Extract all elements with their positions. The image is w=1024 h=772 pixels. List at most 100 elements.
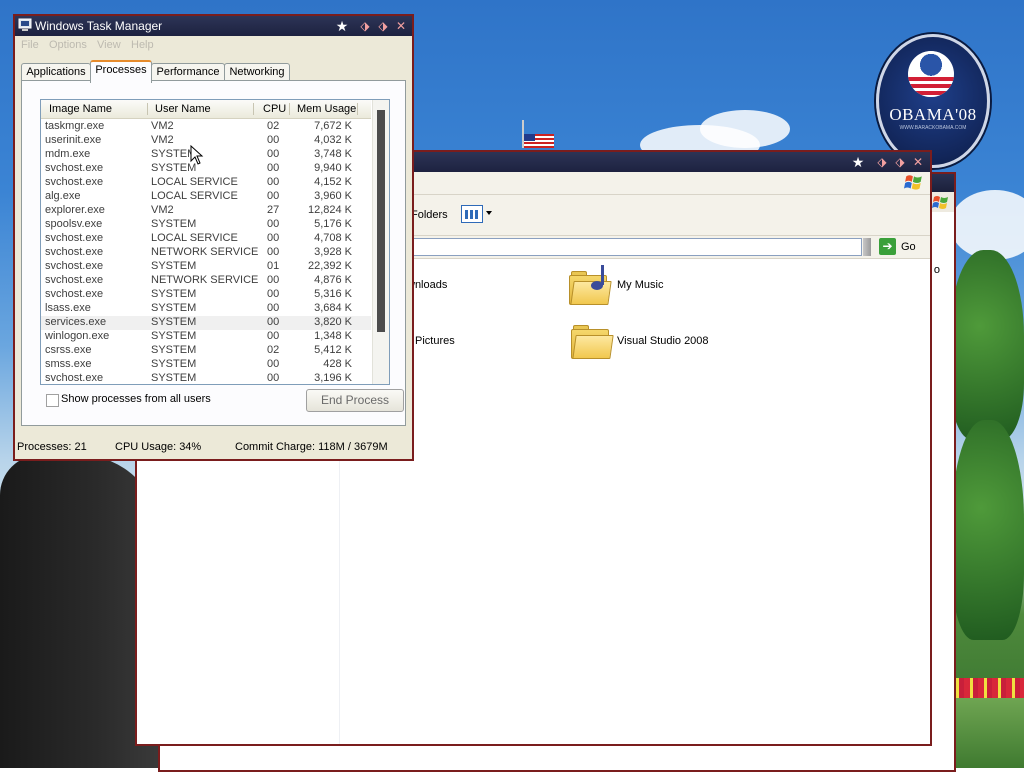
cell-name: svchost.exe [45, 176, 104, 188]
cell-mem: 428 K [323, 358, 352, 370]
chevron-down-icon [486, 211, 492, 215]
menu-bar: File Options View Help [15, 36, 412, 54]
column-image-name[interactable]: Image Name [49, 103, 112, 115]
cell-name: alg.exe [45, 190, 81, 202]
cell-cpu: 00 [267, 274, 280, 286]
minimize-button[interactable]: ⬗ [358, 19, 372, 33]
views-icon [461, 205, 483, 223]
cell-user: SYSTEM [151, 260, 197, 272]
pin-icon[interactable]: ★ [851, 155, 865, 169]
go-arrow-icon: ➔ [879, 238, 896, 255]
cell-name: svchost.exe [45, 232, 104, 244]
cell-mem: 22,392 K [307, 260, 352, 272]
address-dropdown[interactable] [863, 238, 871, 256]
cell-cpu: 00 [267, 162, 280, 174]
cell-user: LOCAL SERVICE [151, 190, 238, 202]
cell-cpu: 00 [267, 190, 280, 202]
folder-item-visual-studio[interactable]: Visual Studio 2008 [567, 315, 727, 365]
cell-mem: 3,196 K [314, 372, 352, 384]
table-row[interactable]: winlogon.exe SYSTEM 00 1,348 K [41, 330, 371, 344]
table-row[interactable]: taskmgr.exe VM2 02 7,672 K [41, 120, 371, 134]
cell-name: explorer.exe [45, 204, 105, 216]
close-button[interactable]: ✕ [394, 19, 408, 33]
status-cpu: CPU Usage: 34% [115, 441, 202, 453]
status-commit: Commit Charge: 118M / 3679M [235, 441, 388, 453]
table-row[interactable]: smss.exe SYSTEM 00 428 K [41, 358, 371, 372]
cell-user: SYSTEM [151, 316, 197, 328]
cell-name: lsass.exe [45, 302, 91, 314]
table-row[interactable]: svchost.exe NETWORK SERVICE 00 4,876 K [41, 274, 371, 288]
show-all-users-checkbox[interactable] [46, 394, 59, 407]
table-row[interactable]: svchost.exe SYSTEM 00 3,196 K [41, 372, 371, 384]
table-row[interactable]: csrss.exe SYSTEM 02 5,412 K [41, 344, 371, 358]
maximize-button[interactable]: ⬗ [893, 155, 907, 169]
title-bar[interactable]: Windows Task Manager ★ ⬗ ⬗ ✕ [15, 16, 412, 36]
scrollbar-thumb[interactable] [377, 110, 385, 332]
column-cpu[interactable]: CPU [263, 103, 286, 115]
table-row[interactable]: svchost.exe LOCAL SERVICE 00 4,152 K [41, 176, 371, 190]
table-row[interactable]: services.exe SYSTEM 00 3,820 K [41, 316, 371, 330]
maximize-button[interactable]: ⬗ [376, 19, 390, 33]
table-row[interactable]: alg.exe LOCAL SERVICE 00 3,960 K [41, 190, 371, 204]
table-row[interactable]: lsass.exe SYSTEM 00 3,684 K [41, 302, 371, 316]
list-header: Image Name User Name CPU Mem Usage [41, 100, 371, 119]
table-row[interactable]: explorer.exe VM2 27 12,824 K [41, 204, 371, 218]
folder-label: My Music [617, 279, 664, 291]
table-row[interactable]: svchost.exe SYSTEM 01 22,392 K [41, 260, 371, 274]
folder-item-my-music[interactable]: My Music [567, 259, 707, 309]
menu-view[interactable]: View [97, 39, 121, 51]
cell-mem: 9,940 K [314, 162, 352, 174]
cell-name: spoolsv.exe [45, 218, 103, 230]
tab-performance[interactable]: Performance [151, 63, 225, 81]
cell-user: SYSTEM [151, 344, 197, 356]
tab-strip: Applications Processes Performance Netwo… [21, 60, 406, 83]
table-row[interactable]: svchost.exe SYSTEM 00 9,940 K [41, 162, 371, 176]
menu-file[interactable]: File [21, 39, 39, 51]
cell-mem: 5,316 K [314, 288, 352, 300]
minimize-button[interactable]: ⬗ [875, 155, 889, 169]
menu-options[interactable]: Options [49, 39, 87, 51]
cell-user: VM2 [151, 120, 174, 132]
tab-processes[interactable]: Processes [90, 60, 152, 83]
pin-icon[interactable]: ★ [335, 19, 349, 33]
folders-button[interactable]: Folders [411, 209, 448, 221]
table-row[interactable]: spoolsv.exe SYSTEM 00 5,176 K [41, 218, 371, 232]
cell-cpu: 00 [267, 302, 280, 314]
status-bar: Processes: 21 CPU Usage: 34% Commit Char… [15, 438, 412, 457]
table-row[interactable]: svchost.exe SYSTEM 00 5,316 K [41, 288, 371, 302]
table-row[interactable]: mdm.exe SYSTEM 00 3,748 K [41, 148, 371, 162]
cell-name: mdm.exe [45, 148, 91, 160]
show-all-users-label: Show processes from all users [61, 393, 211, 405]
cell-mem: 5,176 K [314, 218, 352, 230]
tab-networking[interactable]: Networking [224, 63, 290, 81]
process-list[interactable]: Image Name User Name CPU Mem Usage taskm… [40, 99, 390, 385]
status-processes: Processes: 21 [17, 441, 87, 453]
cell-cpu: 00 [267, 176, 280, 188]
cell-user: SYSTEM [151, 302, 197, 314]
folder-item-pictures[interactable]: Pictures [415, 335, 455, 347]
cell-name: svchost.exe [45, 246, 104, 258]
table-row[interactable]: userinit.exe VM2 00 4,032 K [41, 134, 371, 148]
obama-badge: OBAMA'08 WWW.BARACKOBAMA.COM [876, 34, 990, 168]
go-button[interactable]: ➔ Go [879, 238, 925, 256]
end-process-button[interactable]: End Process [306, 389, 404, 412]
menu-help[interactable]: Help [131, 39, 154, 51]
column-user-name[interactable]: User Name [155, 103, 211, 115]
table-row[interactable]: svchost.exe NETWORK SERVICE 00 3,928 K [41, 246, 371, 260]
close-button[interactable]: ✕ [911, 155, 925, 169]
cell-name: svchost.exe [45, 260, 104, 272]
table-row[interactable]: svchost.exe LOCAL SERVICE 00 4,708 K [41, 232, 371, 246]
cell-user: NETWORK SERVICE [151, 246, 259, 258]
cell-user: VM2 [151, 204, 174, 216]
cell-name: csrss.exe [45, 344, 92, 356]
cell-cpu: 00 [267, 134, 280, 146]
task-manager-window[interactable]: Windows Task Manager ★ ⬗ ⬗ ✕ File Option… [13, 14, 414, 461]
cell-mem: 4,708 K [314, 232, 352, 244]
views-button[interactable] [461, 205, 499, 225]
cell-name: svchost.exe [45, 162, 104, 174]
column-mem-usage[interactable]: Mem Usage [297, 103, 356, 115]
scrollbar[interactable] [372, 100, 389, 384]
windows-logo-icon [932, 196, 948, 209]
tab-applications[interactable]: Applications [21, 63, 91, 81]
cell-user: SYSTEM [151, 288, 197, 300]
